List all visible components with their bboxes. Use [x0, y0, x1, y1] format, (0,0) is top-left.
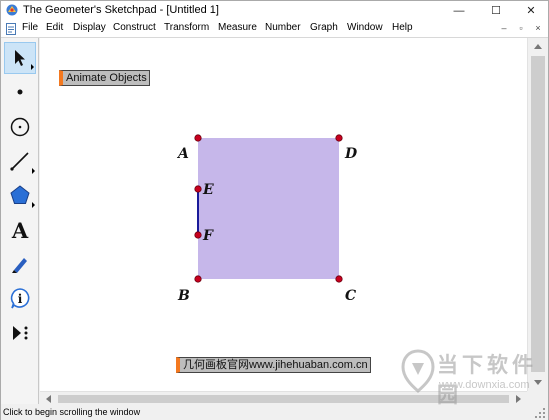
sketch-canvas[interactable]: Animate Objects A D E F B C 几何画板官网www.ji… — [40, 38, 527, 391]
marker-tool[interactable] — [4, 248, 36, 280]
point-c[interactable] — [335, 275, 343, 283]
close-button[interactable]: ✕ — [514, 1, 548, 20]
menu-help[interactable]: Help — [392, 22, 413, 33]
doc-restore-button[interactable]: ▫ — [514, 22, 528, 35]
scroll-down-arrow-icon[interactable] — [534, 380, 542, 385]
menu-file[interactable]: File — [22, 22, 38, 33]
label-f[interactable]: F — [202, 228, 214, 244]
svg-text:i: i — [18, 292, 23, 306]
menu-construct[interactable]: Construct — [113, 22, 156, 33]
point-icon — [17, 89, 23, 95]
tool-submenu-arrow — [32, 202, 35, 208]
minimize-button[interactable]: — — [442, 1, 476, 20]
doc-minimize-button[interactable]: – — [497, 22, 511, 35]
vertical-scrollbar[interactable] — [527, 38, 548, 391]
maximize-button[interactable]: ☐ — [479, 1, 513, 20]
compass-circle-icon — [10, 117, 30, 137]
doc-close-button[interactable]: × — [531, 22, 545, 35]
status-bar: Click to begin scrolling the window — [1, 405, 548, 420]
title-bar: The Geometer's Sketchpad - [Untitled 1] … — [1, 1, 548, 20]
label-d[interactable]: D — [344, 146, 358, 162]
polygon-tool[interactable] — [4, 179, 36, 211]
polygon-icon — [10, 185, 30, 204]
sketchpad-window: The Geometer's Sketchpad - [Untitled 1] … — [0, 0, 549, 420]
geometry-figure: A D E F B C — [176, 134, 358, 304]
horizontal-scroll-thumb[interactable] — [58, 395, 509, 403]
scroll-right-arrow-icon[interactable] — [516, 395, 521, 403]
point-b[interactable] — [194, 275, 202, 283]
custom-tool[interactable] — [4, 317, 36, 349]
tool-palette: A i — [1, 38, 39, 404]
point-f[interactable] — [194, 231, 202, 239]
menu-number[interactable]: Number — [265, 22, 301, 33]
sketchpad-logo-icon — [6, 4, 18, 16]
tool-submenu-arrow — [31, 64, 34, 70]
menu-window[interactable]: Window — [347, 22, 383, 33]
point-e[interactable] — [194, 185, 202, 193]
menu-measure[interactable]: Measure — [218, 22, 257, 33]
point-d[interactable] — [335, 134, 343, 142]
text-tool[interactable]: A — [4, 214, 36, 246]
document-icon[interactable] — [6, 23, 16, 35]
text-a-icon: A — [11, 217, 29, 243]
square-abcd-interior[interactable] — [198, 138, 339, 279]
vertical-scroll-thumb[interactable] — [531, 56, 545, 372]
menu-edit[interactable]: Edit — [46, 22, 63, 33]
menu-bar: File Edit Display Construct Transform Me… — [1, 20, 548, 38]
arrow-icon — [15, 50, 25, 66]
window-title: The Geometer's Sketchpad - [Untitled 1] — [23, 4, 219, 16]
information-tool[interactable]: i — [4, 282, 36, 314]
menu-display[interactable]: Display — [73, 22, 106, 33]
tool-submenu-arrow — [32, 168, 35, 174]
menu-transform[interactable]: Transform — [164, 22, 209, 33]
status-text: Click to begin scrolling the window — [3, 407, 141, 417]
arrow-tool[interactable] — [4, 42, 36, 74]
menu-graph[interactable]: Graph — [310, 22, 338, 33]
point-tool[interactable] — [4, 76, 36, 108]
straightedge-line-icon — [10, 152, 29, 171]
point-a[interactable] — [194, 134, 202, 142]
custom-tool-icon — [13, 326, 28, 340]
label-e[interactable]: E — [202, 182, 214, 198]
label-a[interactable]: A — [176, 146, 189, 162]
scroll-left-arrow-icon[interactable] — [46, 395, 51, 403]
label-b[interactable]: B — [177, 288, 190, 304]
info-icon: i — [10, 288, 30, 309]
resize-grip-icon[interactable] — [534, 407, 546, 419]
straightedge-tool[interactable] — [4, 145, 36, 177]
marker-pen-icon — [12, 258, 27, 273]
label-c[interactable]: C — [345, 288, 356, 304]
horizontal-scrollbar[interactable] — [40, 391, 527, 405]
compass-tool[interactable] — [4, 111, 36, 143]
scroll-up-arrow-icon[interactable] — [534, 44, 542, 49]
website-link-button[interactable]: 几何画板官网www.jihehuaban.com.cn — [176, 357, 371, 373]
